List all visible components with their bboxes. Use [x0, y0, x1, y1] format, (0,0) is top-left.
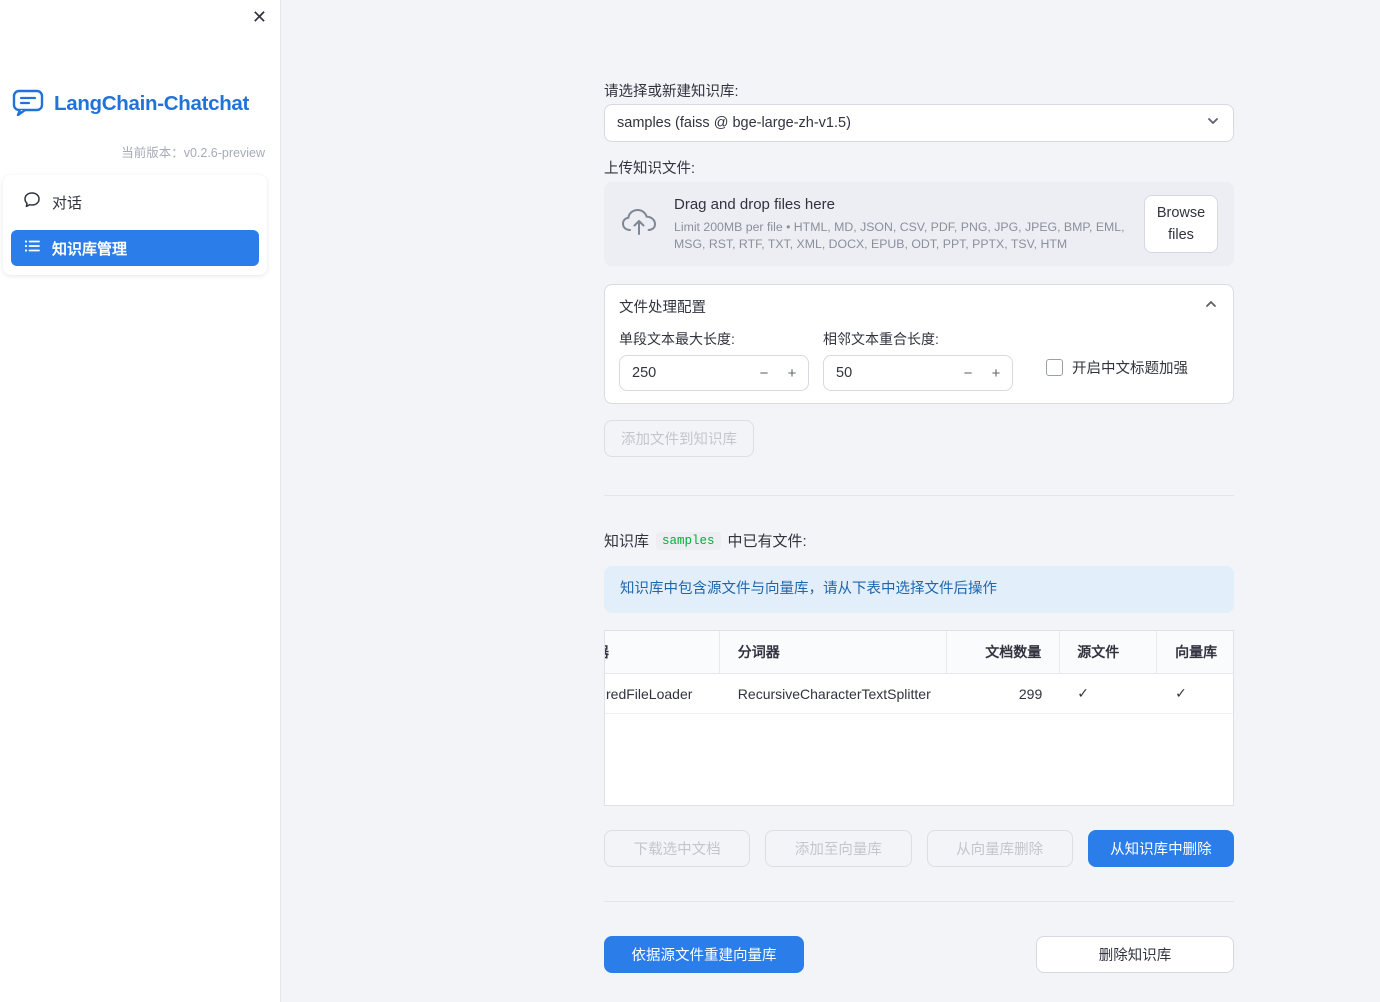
- delete-from-vector-store-button: 从向量库删除: [926, 830, 1073, 867]
- divider: [604, 495, 1234, 496]
- sidebar-menu: 对话 知识库管理: [3, 175, 267, 275]
- sidebar-item-label: 对话: [52, 194, 83, 212]
- column-header-source-file: 源文件: [1060, 631, 1158, 673]
- zh-title-checkbox[interactable]: [1046, 359, 1063, 376]
- kb-name-code: samples: [656, 531, 721, 550]
- cell-loader: redFileLoader: [606, 685, 693, 702]
- column-header-doc-count: 文档数量: [947, 631, 1061, 673]
- chevron-up-icon: [1203, 296, 1219, 316]
- main-content: 请选择或新建知识库: samples (faiss @ bge-large-zh…: [604, 0, 1234, 973]
- chat-bubble-icon: [23, 191, 41, 213]
- list-icon: [23, 237, 41, 259]
- minus-button[interactable]: −: [954, 359, 982, 387]
- drag-drop-text: Drag and drop files here: [674, 195, 835, 213]
- overlap-value[interactable]: 50: [836, 365, 954, 381]
- plus-button[interactable]: +: [982, 359, 1010, 387]
- file-config-expander: 文件处理配置 单段文本最大长度: 250 − + 相邻文本重合长度: 50 − …: [604, 284, 1234, 404]
- add-files-button: 添加文件到知识库: [604, 420, 754, 457]
- version-label: 当前版本：v0.2.6-preview: [121, 146, 265, 160]
- cloud-upload-icon: [620, 206, 658, 242]
- overlap-label: 相邻文本重合长度:: [823, 331, 939, 347]
- browse-files-button[interactable]: Browse files: [1144, 194, 1218, 254]
- chunk-size-input[interactable]: 250 − +: [619, 355, 809, 391]
- chunk-size-label: 单段文本最大长度:: [619, 331, 735, 347]
- cell-doc-count: 299: [1018, 685, 1043, 702]
- sidebar-item-knowledge-base[interactable]: 知识库管理: [11, 230, 259, 266]
- file-dropzone[interactable]: Drag and drop files here Limit 200MB per…: [604, 182, 1234, 266]
- rebuild-vector-store-button[interactable]: 依据源文件重建向量库: [604, 936, 804, 973]
- kb-management-buttons: 依据源文件重建向量库 删除知识库: [604, 936, 1234, 973]
- sidebar-item-label: 知识库管理: [52, 240, 128, 258]
- kb-files-suffix: 中已有文件:: [727, 533, 807, 550]
- cell-splitter: RecursiveCharacterTextSplitter: [737, 685, 931, 702]
- zh-title-checkbox-label: 开启中文标题加强: [1072, 361, 1188, 377]
- minus-button[interactable]: −: [750, 359, 778, 387]
- logo-icon: [12, 88, 46, 120]
- table-row[interactable]: redFileLoader RecursiveCharacterTextSpli…: [605, 674, 1233, 714]
- upload-label: 上传知识文件:: [604, 161, 696, 177]
- download-selected-button: 下载选中文档: [604, 830, 751, 867]
- close-icon[interactable]: ✕: [252, 6, 267, 28]
- chunk-size-value[interactable]: 250: [632, 365, 750, 381]
- table-header-row: 器 分词器 文档数量 源文件 向量库: [605, 631, 1233, 674]
- table-action-buttons: 下载选中文档 添加至向量库 从向量库删除 从知识库中删除: [604, 830, 1234, 867]
- delete-kb-button[interactable]: 删除知识库: [1036, 936, 1234, 973]
- delete-from-kb-button[interactable]: 从知识库中删除: [1087, 830, 1234, 867]
- column-header-splitter: 分词器: [720, 631, 948, 673]
- overlap-input[interactable]: 50 − +: [823, 355, 1013, 391]
- expander-header[interactable]: 文件处理配置: [605, 285, 1233, 327]
- overlap-group: 相邻文本重合长度: 50 − +: [823, 327, 1013, 391]
- column-header-vector-store: 向量库: [1175, 644, 1218, 660]
- plus-button[interactable]: +: [778, 359, 806, 387]
- divider: [604, 901, 1234, 902]
- upload-limit-text: Limit 200MB per file • HTML, MD, JSON, C…: [674, 219, 1125, 251]
- zh-title-checkbox-group: 开启中文标题加强: [1046, 357, 1188, 378]
- expander-body: 单段文本最大长度: 250 − + 相邻文本重合长度: 50 − + 开启中文标…: [605, 327, 1233, 403]
- cell-vector-store-check: ✓: [1175, 685, 1187, 701]
- chunk-size-group: 单段文本最大长度: 250 − +: [619, 327, 809, 391]
- logo-title: LangChain-Chatchat: [54, 92, 250, 115]
- app-logo: LangChain-Chatchat: [0, 88, 280, 120]
- chevron-down-icon: [1205, 113, 1221, 133]
- files-table: 器 分词器 文档数量 源文件 向量库 redFileLoader Recursi…: [604, 630, 1234, 806]
- sidebar-item-dialogue[interactable]: 对话: [11, 184, 259, 220]
- kb-files-prefix: 知识库: [604, 533, 650, 550]
- cell-source-file-check: ✓: [1077, 685, 1089, 701]
- dropzone-text: Drag and drop files here Limit 200MB per…: [674, 196, 1128, 252]
- kb-files-heading: 知识库 samples 中已有文件:: [604, 530, 1234, 551]
- kb-select-label: 请选择或新建知识库:: [604, 84, 739, 100]
- expander-title: 文件处理配置: [619, 299, 706, 316]
- column-header-loader: 器: [605, 631, 720, 673]
- sidebar: ✕ LangChain-Chatchat 当前版本：v0.2.6-preview…: [0, 0, 280, 1002]
- kb-selectbox-value: samples (faiss @ bge-large-zh-v1.5): [617, 115, 851, 131]
- add-to-vector-store-button: 添加至向量库: [765, 830, 912, 867]
- info-banner: 知识库中包含源文件与向量库，请从下表中选择文件后操作: [604, 566, 1234, 613]
- kb-selectbox[interactable]: samples (faiss @ bge-large-zh-v1.5): [604, 104, 1234, 142]
